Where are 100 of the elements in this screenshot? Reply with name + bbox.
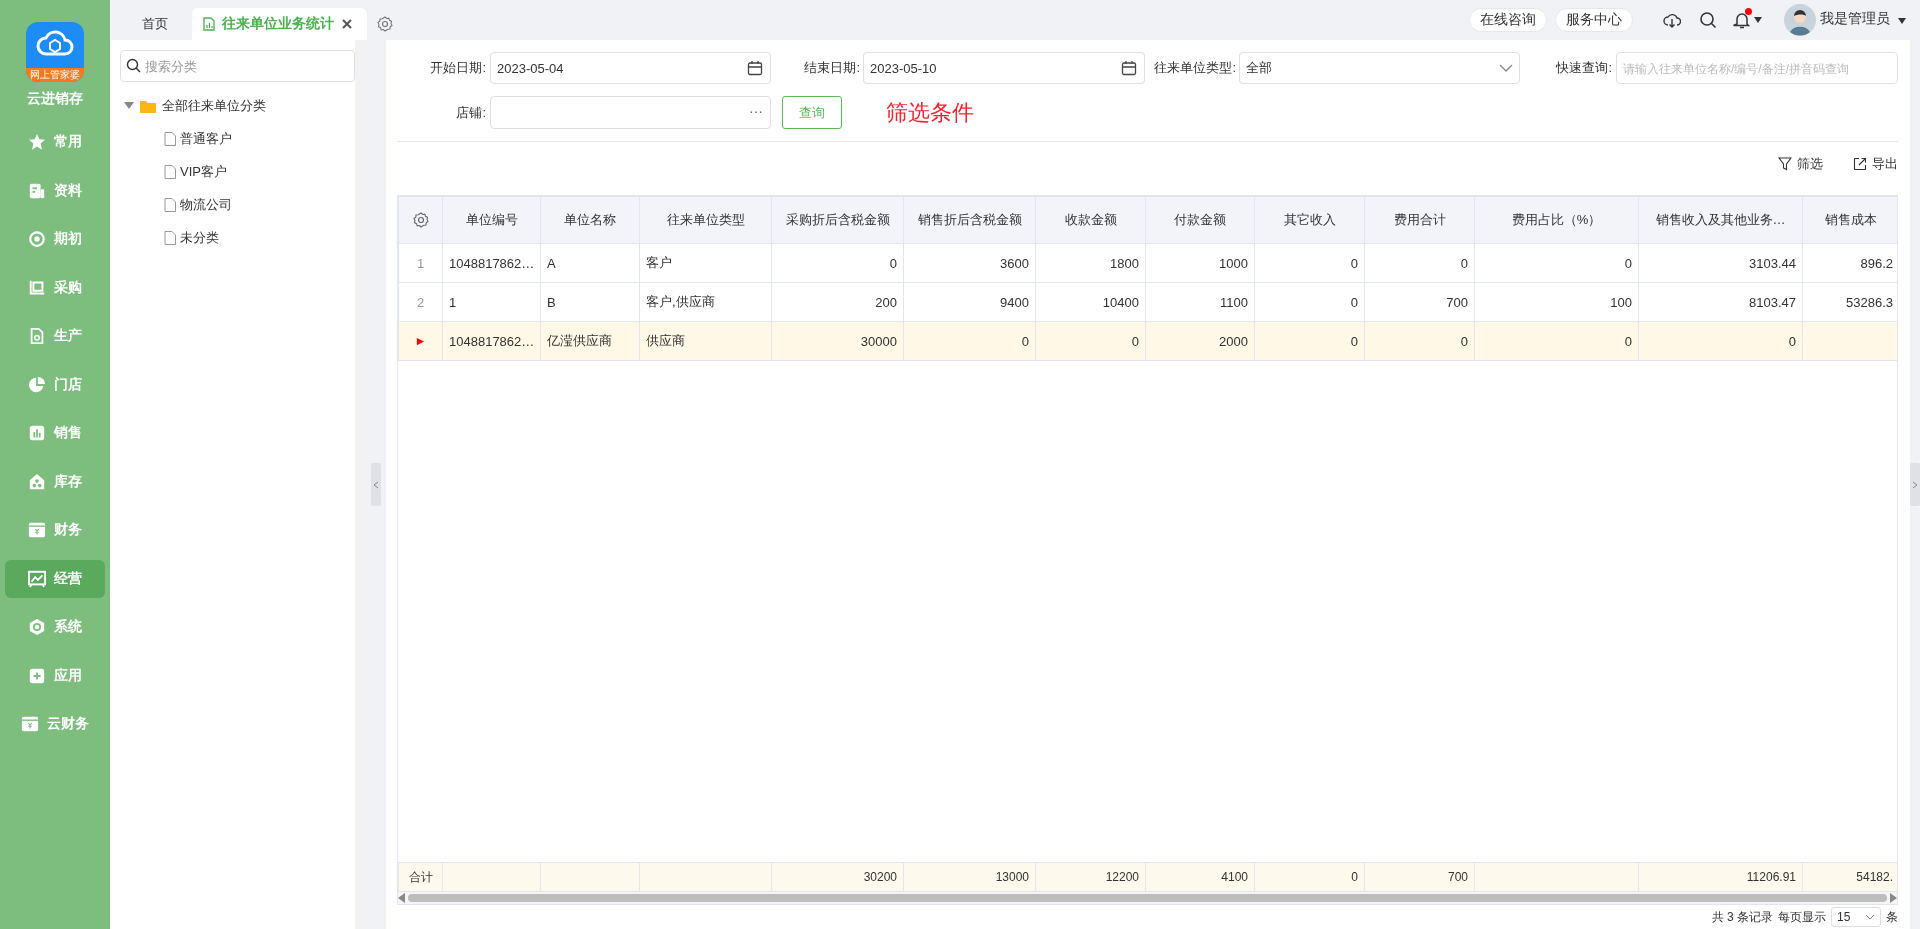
summary-cell: 30200 — [771, 862, 904, 892]
bell-icon[interactable] — [1733, 11, 1751, 29]
plus-icon — [28, 666, 46, 685]
table-cell: 0 — [1474, 243, 1639, 283]
table-row[interactable]: 1 1048817862… A 客户 0 3600 1800 1000 0 0 0 3103.44 896.2 — [398, 243, 1897, 283]
column-header[interactable]: 销售折后含税金额 — [903, 196, 1036, 244]
tree-item[interactable]: 未分类 — [180, 229, 219, 247]
tree-item[interactable]: VIP客户 — [180, 163, 227, 181]
row-number-cell: ► — [398, 321, 443, 361]
summary-cell: 700 — [1364, 862, 1475, 892]
star-icon — [28, 133, 46, 151]
table-cell: 1 — [442, 282, 541, 322]
page-size-dropdown[interactable]: 15 — [1831, 907, 1881, 927]
summary-label: 合计 — [398, 862, 443, 892]
table-cell: A — [540, 243, 640, 283]
search-icon[interactable] — [1699, 11, 1717, 29]
table-cell: 200 — [771, 282, 904, 322]
store-field[interactable] — [490, 96, 771, 129]
chevron-down-icon — [1499, 64, 1513, 72]
file-icon — [164, 231, 176, 245]
field-label: 结束日期: — [803, 59, 860, 77]
chart-board-icon — [28, 569, 46, 588]
summary-cell: 4100 — [1145, 862, 1255, 892]
close-icon[interactable] — [340, 17, 354, 31]
table-cell: 8103.47 — [1638, 282, 1803, 322]
search-field[interactable]: 请输入往来单位名称/编号/备注/拼音码查询 — [1616, 52, 1898, 84]
toolbar-button[interactable]: 导出 — [1853, 155, 1898, 173]
column-header[interactable]: 费用占比（%） — [1474, 196, 1639, 244]
page-size-label: 每页显示 — [1778, 908, 1826, 926]
right-arrow-icon[interactable] — [1889, 893, 1897, 903]
page-size-unit: 条 — [1886, 908, 1898, 926]
user-name[interactable]: 我是管理员 — [1820, 10, 1890, 28]
summary-cell: 54182. — [1802, 862, 1897, 892]
folder-icon — [140, 99, 156, 113]
column-header[interactable]: 费用合计 — [1364, 196, 1475, 244]
table-cell: 1048817862… — [442, 321, 541, 361]
column-header[interactable]: 往来单位类型 — [639, 196, 772, 244]
table-cell: 3600 — [903, 243, 1036, 283]
table-cell: 30000 — [771, 321, 904, 361]
table-cell: 0 — [771, 243, 904, 283]
table-cell: 700 — [1364, 282, 1475, 322]
tree-item[interactable]: 物流公司 — [180, 196, 232, 214]
column-header[interactable]: 单位编号 — [442, 196, 541, 244]
column-header[interactable]: 付款金额 — [1145, 196, 1255, 244]
caret-icon[interactable] — [1754, 17, 1762, 23]
table-cell: 1048817862… — [442, 243, 541, 283]
summary-cell: 11206.91 — [1638, 862, 1803, 892]
column-header[interactable]: 销售收入及其他业务… — [1638, 196, 1803, 244]
settings-icon[interactable] — [377, 16, 393, 32]
box-icon — [28, 521, 46, 539]
summary-cell: 0 — [1254, 862, 1365, 892]
table-cell: 0 — [903, 321, 1036, 361]
collapse-handle[interactable] — [370, 463, 381, 506]
header-link[interactable]: 在线咨询 — [1469, 8, 1547, 32]
table-cell: 0 — [1254, 282, 1365, 322]
collapse-handle[interactable] — [1910, 463, 1920, 506]
tree-item[interactable]: 普通客户 — [180, 130, 232, 148]
date-field[interactable]: 2023-05-10 — [863, 52, 1145, 84]
summary-cell: 13000 — [903, 862, 1036, 892]
table-cell: 0 — [1474, 321, 1639, 361]
column-header[interactable]: 销售成本 — [1802, 196, 1897, 244]
calendar-icon[interactable] — [1121, 60, 1137, 76]
table-row[interactable]: ► 1048817862… 亿滢供应商 供应商 30000 0 0 2000 0 0 0 0 — [398, 321, 1897, 361]
table-cell: 2000 — [1145, 321, 1255, 361]
more-button[interactable]: ··· — [749, 103, 763, 119]
column-header[interactable]: 其它收入 — [1254, 196, 1365, 244]
search-field[interactable]: 搜索分类 — [120, 50, 355, 82]
table-cell: 亿滢供应商 — [540, 321, 640, 361]
avatar[interactable] — [1784, 4, 1816, 36]
tab[interactable]: 首页 — [120, 8, 190, 40]
field-label: 开始日期: — [429, 59, 486, 77]
file-icon — [28, 327, 46, 345]
export-icon — [1853, 157, 1867, 171]
app-title: 云进销存 — [27, 90, 83, 108]
toolbar-button[interactable]: 筛选 — [1778, 155, 1823, 173]
header-link[interactable]: 服务中心 — [1555, 8, 1633, 32]
settings-icon[interactable] — [412, 212, 429, 229]
field-label: 店铺: — [455, 103, 486, 122]
dropdown[interactable]: 全部 — [1239, 52, 1520, 84]
caret-icon[interactable] — [1898, 18, 1906, 24]
date-field[interactable]: 2023-05-04 — [490, 52, 771, 84]
column-header[interactable]: 收款金额 — [1035, 196, 1146, 244]
cloud-download-icon[interactable] — [1663, 11, 1681, 29]
tree-item[interactable]: 全部往来单位分类 — [162, 97, 266, 115]
box-icon — [21, 715, 39, 733]
file-icon — [164, 165, 176, 179]
calendar-icon[interactable] — [747, 60, 763, 76]
column-header[interactable]: 单位名称 — [540, 196, 640, 244]
table-row[interactable]: 2 1 B 客户,供应商 200 9400 10400 1100 0 700 100 8103.47 53286.3 — [398, 282, 1897, 322]
table-cell: 1100 — [1145, 282, 1255, 322]
column-header[interactable]: 采购折后含税金额 — [771, 196, 904, 244]
table-cell: 0 — [1035, 321, 1146, 361]
left-arrow-icon[interactable] — [398, 893, 406, 903]
row-number-cell: 2 — [398, 282, 443, 322]
table-cell: 1000 — [1145, 243, 1255, 283]
table-cell: 0 — [1254, 243, 1365, 283]
summary-cell: 12200 — [1035, 862, 1146, 892]
table-cell: 3103.44 — [1638, 243, 1803, 283]
search-icon — [126, 58, 141, 73]
horizontal-scrollbar[interactable] — [398, 892, 1897, 904]
